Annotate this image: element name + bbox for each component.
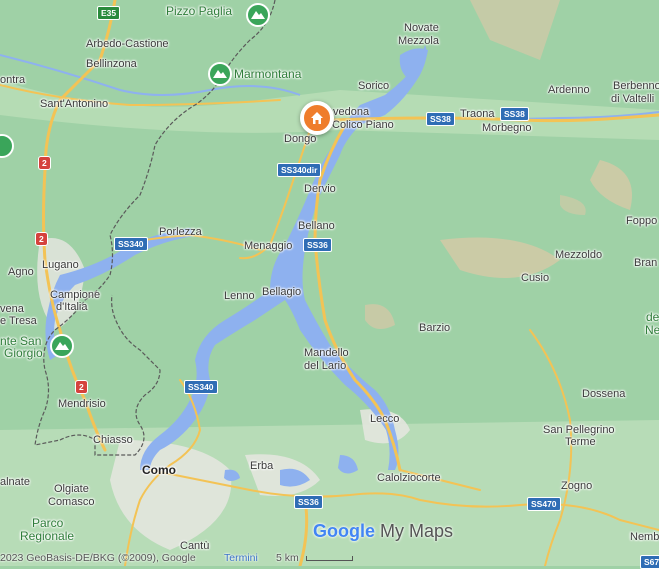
place-marmontana: Marmontana bbox=[234, 67, 302, 81]
road-shield: SS340dir bbox=[277, 163, 322, 177]
place-barzio: Barzio bbox=[419, 322, 451, 334]
place-zogno: Zogno bbox=[561, 480, 593, 492]
place-erba: Erba bbox=[250, 460, 274, 472]
place-terme: Terme bbox=[565, 436, 596, 448]
home-icon bbox=[311, 112, 323, 124]
place-dongo: Dongo bbox=[284, 133, 317, 145]
place-dossena: Dossena bbox=[582, 388, 626, 400]
road-shield: SS38 bbox=[426, 112, 455, 126]
place-balnate: alnate bbox=[0, 476, 30, 488]
place-berbenno: Berbenno bbox=[613, 80, 659, 92]
place-arbedo: Arbedo-Castione bbox=[86, 38, 169, 50]
place-lenno: Lenno bbox=[224, 290, 255, 302]
place-lugano: Lugano bbox=[42, 259, 79, 271]
place-campione: Campione bbox=[50, 289, 101, 301]
road-shield: E35 bbox=[97, 6, 121, 20]
road-shield: 2 bbox=[38, 156, 51, 170]
home-marker-pin[interactable] bbox=[300, 101, 334, 135]
road-shield: SS340 bbox=[184, 380, 218, 394]
place-vena: vena bbox=[0, 303, 24, 315]
place-dervio: Dervio bbox=[304, 183, 336, 195]
road-shield: SS36 bbox=[294, 495, 323, 509]
place-del-lario: del Lario bbox=[304, 360, 347, 372]
road-shield: SS470 bbox=[527, 497, 561, 511]
place-nemb: Nemb bbox=[630, 531, 659, 543]
place-san-pellegrino: San Pellegrino bbox=[543, 424, 615, 436]
place-pizzo-paglia: Pizzo Paglia bbox=[166, 4, 233, 18]
place-menaggio: Menaggio bbox=[244, 240, 293, 252]
place-como: Como bbox=[142, 463, 176, 477]
place-comasco: Comasco bbox=[48, 496, 95, 508]
attribution-text: 2023 GeoBasis-DE/BKG (©2009), Google bbox=[0, 552, 196, 564]
place-colico-piano: Colico Piano bbox=[332, 119, 394, 131]
place-bellagio: Bellagio bbox=[262, 286, 302, 298]
place-di-valtelli: di Valtelli bbox=[611, 93, 655, 105]
road-shield: 2 bbox=[75, 380, 88, 394]
place-olgiate: Olgiate bbox=[54, 483, 89, 495]
place-ontra: ontra bbox=[0, 74, 26, 86]
place-porlezza: Porlezza bbox=[159, 226, 202, 238]
place-calolziocorte: Calolziocorte bbox=[377, 472, 441, 484]
google-mymaps-logo: Google My Maps bbox=[313, 521, 453, 542]
place-foppo: Foppo bbox=[626, 215, 658, 227]
place-novate: Novate bbox=[404, 22, 439, 34]
road-shield: SS38 bbox=[500, 107, 529, 121]
place-tresa: e Tresa bbox=[0, 315, 37, 327]
mountain-icon[interactable] bbox=[246, 3, 270, 27]
place-mezzola: Mezzola bbox=[398, 35, 439, 47]
terms-link[interactable]: Termini bbox=[224, 552, 258, 564]
place-mendrisio: Mendrisio bbox=[58, 398, 106, 410]
logo-mymaps: My Maps bbox=[380, 521, 454, 541]
place-regionale: Regionale bbox=[20, 529, 75, 543]
place-ditalia: d'Italia bbox=[56, 301, 88, 313]
place-gravedona: vedona bbox=[333, 106, 370, 118]
place-bellinzona: Bellinzona bbox=[86, 58, 137, 70]
place-traona: Traona bbox=[460, 108, 495, 120]
mountain-icon[interactable] bbox=[50, 334, 74, 358]
place-sant-antonino: Sant'Antonino bbox=[40, 98, 109, 110]
place-agno: Agno bbox=[8, 266, 34, 278]
place-ne: Ne bbox=[645, 323, 659, 337]
scale-label: 5 km bbox=[276, 552, 299, 564]
place-cusio: Cusio bbox=[521, 272, 550, 284]
place-mezzoldo: Mezzoldo bbox=[555, 249, 603, 261]
place-branz: Bran bbox=[634, 257, 658, 269]
place-bellano: Bellano bbox=[298, 220, 335, 232]
place-chiasso: Chiasso bbox=[93, 434, 133, 446]
road-shield: SS340 bbox=[114, 237, 148, 251]
place-sorico: Sorico bbox=[358, 80, 390, 92]
place-giorgio: Giorgio bbox=[4, 346, 43, 360]
place-ardenno: Ardenno bbox=[548, 84, 590, 96]
logo-google: Google bbox=[313, 521, 375, 541]
place-de: de bbox=[646, 310, 659, 324]
mountain-icon[interactable] bbox=[208, 62, 232, 86]
place-mandello: Mandello bbox=[304, 347, 349, 359]
road-shield: SS36 bbox=[303, 238, 332, 252]
place-parco: Parco bbox=[32, 516, 64, 530]
place-morbegno: Morbegno bbox=[482, 122, 532, 134]
scale-bar bbox=[306, 556, 353, 561]
place-lecco: Lecco bbox=[370, 413, 400, 425]
road-shield: 2 bbox=[35, 232, 48, 246]
